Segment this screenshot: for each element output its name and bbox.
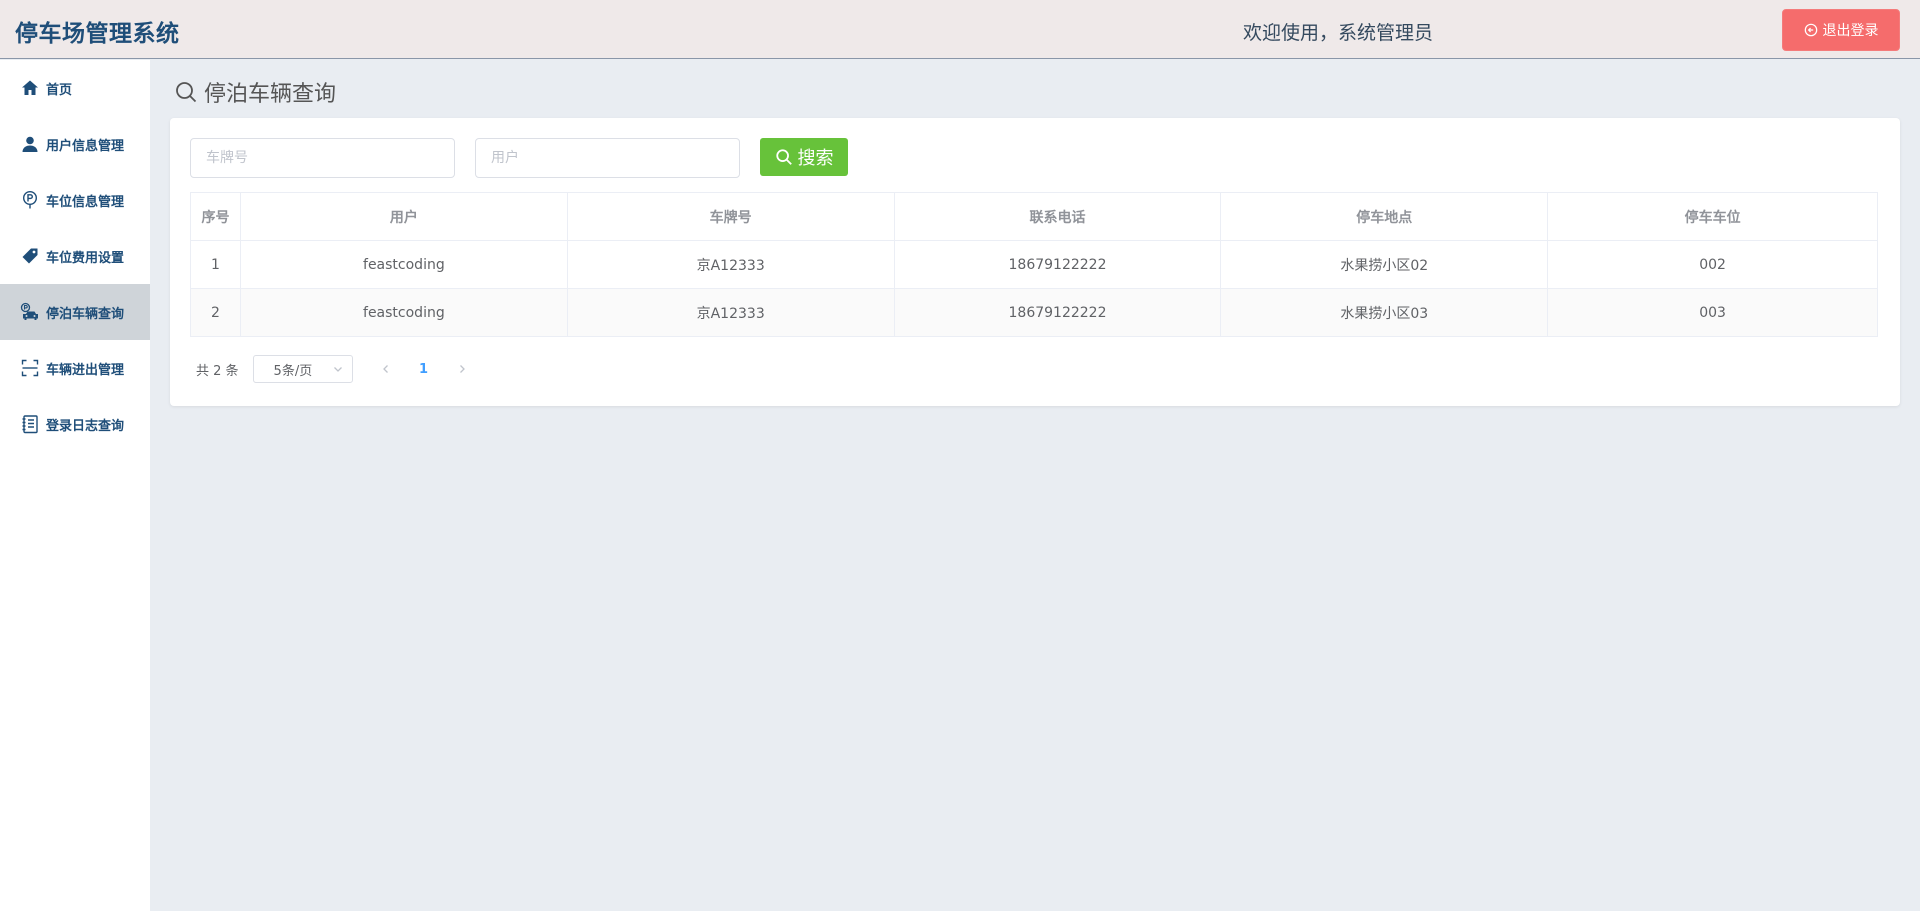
sidebar-item-parked-vehicles[interactable]: 停泊车辆查询	[0, 284, 150, 340]
search-button[interactable]: 搜索	[760, 138, 848, 176]
sidebar-item-home[interactable]: 首页	[0, 60, 150, 116]
table-cell: 京A12333	[566, 288, 895, 337]
chevron-down-icon	[333, 367, 342, 372]
parked-vehicles-table: 序号 用户 车牌号 联系电话 停车地点 停车车位 1 feastcoding 京…	[190, 192, 1878, 337]
table-cell: 18679122222	[893, 288, 1222, 337]
column-header: 用户	[239, 192, 568, 241]
search-icon	[775, 149, 792, 165]
table-cell: 2	[190, 288, 241, 337]
table-cell: 002	[1547, 240, 1878, 289]
column-header: 序号	[190, 192, 241, 241]
page-size-value: 5条/页	[273, 363, 313, 379]
notebook-icon	[22, 415, 38, 434]
table-cell: feastcoding	[239, 240, 568, 289]
search-icon	[176, 82, 197, 103]
user-input[interactable]	[475, 138, 740, 178]
table-cell: 水果捞小区03	[1220, 288, 1549, 337]
parking-icon	[22, 190, 38, 209]
table-cell: 18679122222	[893, 240, 1222, 289]
sidebar-item-label: 停泊车辆查询	[46, 306, 125, 322]
table-cell: 京A12333	[566, 240, 895, 289]
plate-number-input[interactable]	[190, 138, 455, 178]
sidebar-item-label: 车位费用设置	[46, 250, 125, 266]
table-row[interactable]: 1 feastcoding 京A12333 18679122222 水果捞小区0…	[190, 240, 1878, 289]
welcome-message: 欢迎使用，系统管理员	[1243, 22, 1434, 44]
table-header-row: 序号 用户 车牌号 联系电话 停车地点 停车车位	[190, 192, 1878, 241]
sidebar-item-label: 车位信息管理	[46, 194, 125, 210]
chevron-left-icon	[382, 365, 388, 373]
pagination: 共 2 条 5条/页 1	[196, 355, 477, 383]
logout-label: 退出登录	[1822, 22, 1879, 38]
content-panel: 搜索 序号 用户 车牌号 联系电话 停车地点 停车车位 1 feastcodin…	[170, 118, 1900, 406]
page-title: 停泊车辆查询	[204, 82, 337, 107]
table-cell: 1	[190, 240, 241, 289]
total-count: 共 2 条	[196, 363, 239, 379]
page-heading: 停泊车辆查询	[174, 76, 336, 108]
logout-button[interactable]: 退出登录	[1782, 9, 1900, 51]
search-button-label: 搜索	[797, 148, 834, 169]
parked-car-icon	[20, 302, 38, 320]
table-row[interactable]: 2 feastcoding 京A12333 18679122222 水果捞小区0…	[190, 288, 1878, 337]
column-header: 停车地点	[1220, 192, 1549, 241]
scan-icon	[21, 359, 39, 377]
table-cell: 水果捞小区02	[1220, 240, 1549, 289]
next-page-button[interactable]	[447, 355, 477, 383]
sidebar-item-parking-space-management[interactable]: 车位信息管理	[0, 172, 150, 228]
chevron-right-icon	[459, 365, 465, 373]
column-header: 车牌号	[566, 192, 895, 241]
sidebar-item-label: 车辆进出管理	[46, 362, 125, 378]
prev-page-button[interactable]	[371, 355, 401, 383]
table-cell: feastcoding	[239, 288, 568, 337]
page-number-1[interactable]: 1	[409, 355, 439, 383]
sidebar-item-label: 用户信息管理	[46, 138, 125, 154]
column-header: 停车车位	[1547, 192, 1878, 241]
home-icon	[22, 80, 38, 95]
sidebar-item-vehicle-entry-exit[interactable]: 车辆进出管理	[0, 340, 150, 396]
sidebar-item-label: 首页	[46, 82, 73, 98]
sidebar-item-label: 登录日志查询	[46, 418, 125, 434]
table-cell: 003	[1547, 288, 1878, 337]
sidebar-item-user-management[interactable]: 用户信息管理	[0, 116, 150, 172]
price-tag-icon	[22, 248, 38, 264]
logout-icon	[1804, 23, 1817, 37]
user-icon	[22, 136, 38, 152]
column-header: 联系电话	[893, 192, 1222, 241]
app-title: 停车场管理系统	[15, 21, 180, 47]
sidebar-item-fee-settings[interactable]: 车位费用设置	[0, 228, 150, 284]
sidebar-item-login-logs[interactable]: 登录日志查询	[0, 396, 150, 452]
page-size-select[interactable]: 5条/页	[252, 355, 353, 383]
top-header: 停车场管理系统 欢迎使用，系统管理员 退出登录	[0, 0, 1920, 59]
sidebar: 首页 用户信息管理 车位信息管理 车位费用设置 停泊车辆查询 车辆进出管理 登录…	[0, 60, 150, 911]
